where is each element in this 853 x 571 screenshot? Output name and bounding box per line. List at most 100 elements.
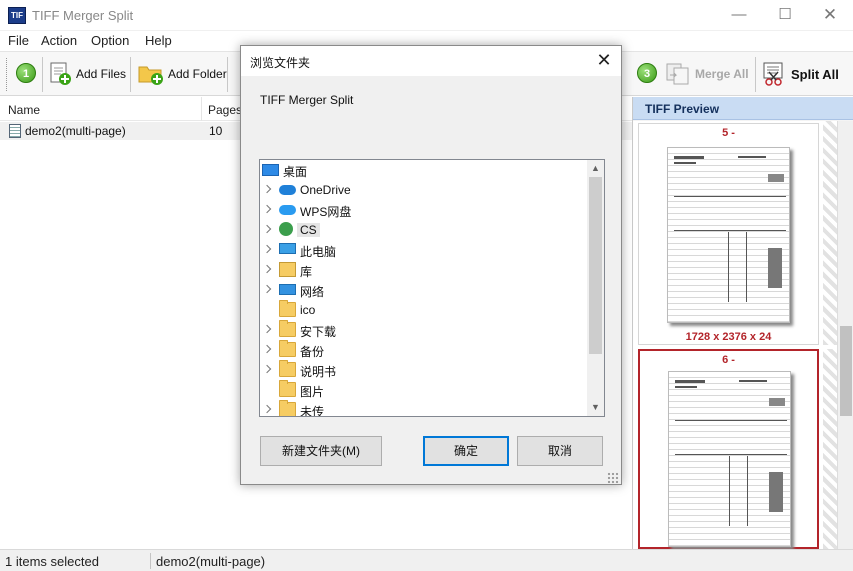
preview-scrollbar-thumb[interactable] (840, 326, 852, 416)
row-pages: 10 (209, 124, 223, 138)
tree-item-label: 图片 (300, 385, 325, 399)
chevron-right-icon[interactable] (263, 225, 272, 234)
chevron-right-icon[interactable] (263, 185, 272, 194)
column-divider[interactable] (201, 97, 202, 121)
onedrive-cloud-icon (279, 185, 296, 195)
chevron-right-icon[interactable] (263, 405, 272, 414)
chevron-right-icon[interactable] (263, 245, 272, 254)
row-name: demo2(multi-page) (25, 124, 126, 138)
tree-item-label: WPS网盘 (300, 205, 352, 219)
preview-title: TIFF Preview (645, 102, 720, 116)
folder-tree[interactable]: 桌面 OneDrive WPS网盘 CS 此电脑库网络 ico 安下载 备份说明书图片未传 ▲… (259, 159, 605, 417)
dialog-close-button[interactable]: ✕ (591, 49, 617, 73)
split-all-label: Split All (791, 66, 839, 82)
maximize-button[interactable]: ☐ (762, 0, 808, 31)
resize-grip[interactable] (607, 472, 619, 484)
folder-icon (279, 340, 296, 357)
toolbar-grip[interactable] (6, 58, 9, 91)
chevron-right-icon[interactable] (263, 345, 272, 354)
chevron-right-icon[interactable] (263, 365, 272, 374)
tiff-file-icon (9, 124, 21, 138)
toolbar-separator (130, 57, 131, 92)
tree-item-label: 桌面 (283, 165, 308, 179)
computer-icon (279, 243, 296, 254)
page-thumbnail (667, 147, 790, 323)
library-icon (279, 262, 296, 277)
tree-item[interactable]: 安下载 (260, 320, 587, 340)
tree-item[interactable]: 图片 (260, 380, 587, 400)
scroll-down-icon[interactable]: ▼ (587, 399, 604, 416)
preview-page-6[interactable]: 6 - (638, 349, 819, 549)
folder-tree-scroll-thumb[interactable] (589, 177, 602, 354)
close-button[interactable]: ✕ (807, 0, 853, 31)
dialog-description: TIFF Merger Split (260, 93, 354, 107)
tree-item[interactable]: 说明书 (260, 360, 587, 380)
minimize-button[interactable]: — (716, 0, 762, 31)
chevron-right-icon[interactable] (263, 285, 272, 294)
chevron-right-icon[interactable] (263, 265, 272, 274)
user-icon (279, 222, 293, 236)
dialog-title-bar[interactable]: 浏览文件夹 ✕ (241, 46, 621, 76)
step-1-icon: 1 (16, 63, 36, 83)
menu-action[interactable]: Action (41, 33, 77, 48)
network-icon (279, 284, 296, 295)
scroll-up-icon[interactable]: ▲ (587, 160, 604, 177)
folder-icon (279, 380, 296, 397)
add-files-icon (50, 62, 71, 85)
step-3-icon: 3 (637, 63, 657, 83)
folder-tree-scrollbar[interactable]: ▲ ▼ (587, 160, 604, 416)
tree-item-label: 未传 (300, 405, 325, 417)
tree-item[interactable]: 未传 (260, 400, 587, 417)
tree-item-label: 网络 (300, 285, 325, 299)
menu-help[interactable]: Help (145, 33, 172, 48)
cancel-button[interactable]: 取消 (517, 436, 603, 466)
chevron-right-icon[interactable] (263, 325, 272, 334)
tree-item[interactable]: 桌面 (260, 160, 587, 180)
status-selected-count: 1 items selected (5, 554, 99, 569)
tree-item-label: 此电脑 (300, 245, 337, 259)
folder-icon (279, 300, 296, 317)
toolbar-separator (755, 57, 756, 92)
preview-scrollbar[interactable] (837, 121, 853, 549)
folder-icon (279, 320, 296, 337)
menu-option[interactable]: Option (91, 33, 129, 48)
page-number-label: 5 - (722, 127, 735, 139)
page-thumbnail (668, 371, 791, 547)
merge-all-icon (666, 63, 689, 85)
tree-item[interactable]: CS (260, 220, 587, 240)
status-bar: 1 items selected demo2(multi-page) (0, 549, 853, 571)
column-pages[interactable]: Pages (208, 103, 242, 117)
add-folder-icon (138, 66, 163, 85)
new-folder-button[interactable]: 新建文件夹(M) (260, 436, 382, 466)
preview-page-5[interactable]: 5 - 1728 x 2376 x 24 (638, 123, 819, 345)
browse-folder-dialog: 浏览文件夹 ✕ TIFF Merger Split 桌面 OneDrive WPS网… (240, 45, 622, 485)
tree-item[interactable]: 网络 (260, 280, 587, 300)
folder-icon (279, 360, 296, 377)
title-bar: TIF TIFF Merger Split — ☐ ✕ (0, 0, 853, 31)
tree-item[interactable]: WPS网盘 (260, 200, 587, 220)
preview-area[interactable]: 5 - 1728 x 2376 x 24 6 - (633, 121, 837, 549)
toolbar-separator (227, 57, 228, 92)
preview-panel: TIFF Preview 5 - 1728 x 2376 x 24 6 - (632, 97, 853, 549)
dialog-title: 浏览文件夹 (250, 56, 311, 70)
tree-item[interactable]: OneDrive (260, 180, 587, 200)
add-files-button[interactable]: Add Files (48, 61, 126, 87)
tree-item[interactable]: 备份 (260, 340, 587, 360)
split-all-button[interactable]: Split All (761, 61, 839, 87)
chevron-right-icon[interactable] (263, 205, 272, 214)
tree-item[interactable]: 库 (260, 260, 587, 280)
ok-button[interactable]: 确定 (423, 436, 509, 466)
menu-file[interactable]: File (8, 33, 29, 48)
tree-item-label: OneDrive (300, 183, 351, 197)
page-number-label: 6 - (722, 354, 735, 366)
add-files-label: Add Files (76, 67, 127, 81)
tree-item[interactable]: 此电脑 (260, 240, 587, 260)
tree-item-label: 说明书 (300, 365, 337, 379)
toolbar-separator (42, 57, 43, 92)
app-icon: TIF (8, 7, 26, 24)
column-name[interactable]: Name (8, 103, 40, 117)
tree-item-label: CS (297, 223, 320, 237)
tree-item[interactable]: ico (260, 300, 587, 320)
add-folder-button[interactable]: Add Folder (138, 61, 227, 87)
merge-all-button[interactable]: Merge All (665, 61, 749, 87)
